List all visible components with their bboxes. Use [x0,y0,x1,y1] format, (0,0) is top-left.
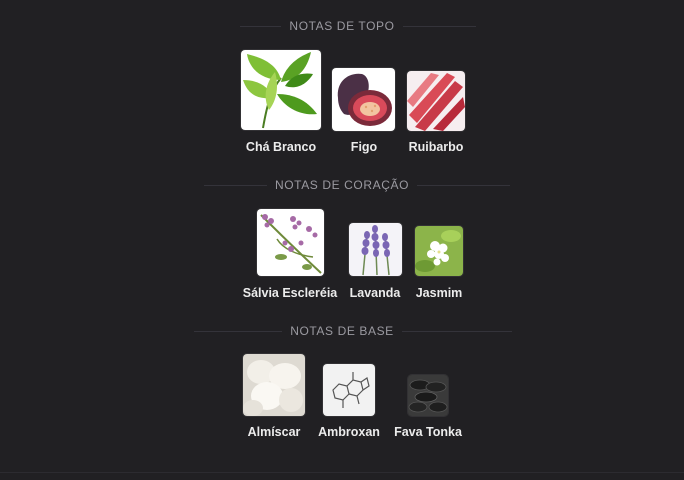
bottom-divider [0,472,684,473]
note-label: Lavanda [349,286,401,300]
section-heading-top: NOTAS DE TOPO [0,18,684,34]
musk-icon[interactable] [243,354,305,416]
section-title-heart: NOTAS DE CORAÇÃO [266,178,418,192]
rhubarb-icon[interactable] [407,71,465,131]
note-label: Figo [350,140,378,154]
note-label: Almíscar [247,425,301,439]
section-title-base: NOTAS DE BASE [282,324,402,338]
note-label: Ruibarbo [408,140,464,154]
note-label: Jasmim [415,286,463,300]
clary-sage-icon[interactable] [257,209,324,276]
white-tea-leaves-icon[interactable] [241,50,321,130]
ambroxan-molecule-icon[interactable] [323,364,375,416]
section-heading-base: NOTAS DE BASE [0,323,684,339]
tonka-beans-icon[interactable] [408,375,448,416]
lavender-icon[interactable] [349,223,402,276]
note-label: Chá Branco [245,140,317,154]
section-heading-heart: NOTAS DE CORAÇÃO [0,177,684,193]
fig-icon[interactable] [332,68,395,131]
note-label: Ambroxan [318,425,380,439]
note-label: Fava Tonka [394,425,462,439]
note-label: Sálvia Escleréia [242,286,338,300]
section-title-top: NOTAS DE TOPO [281,19,403,33]
jasmine-icon[interactable] [415,226,463,276]
